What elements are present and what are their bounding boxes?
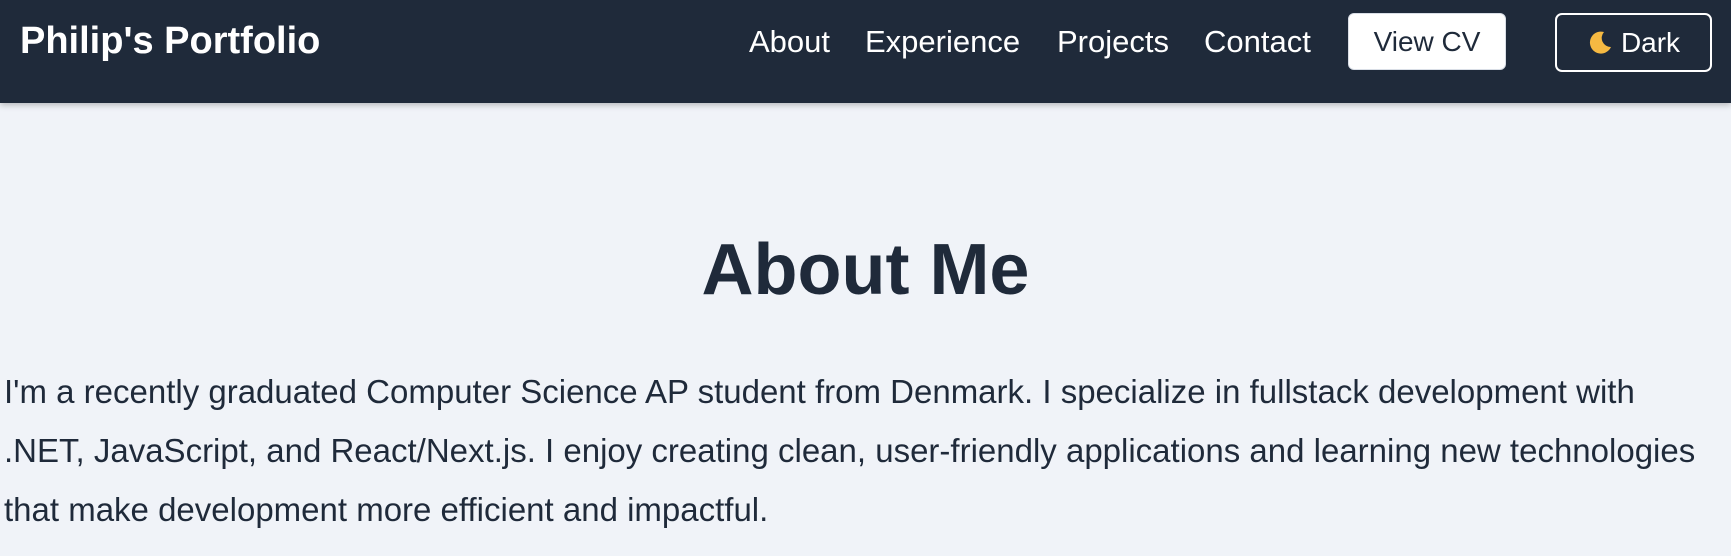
- nav-link-about[interactable]: About: [749, 22, 830, 62]
- view-cv-button[interactable]: View CV: [1348, 13, 1506, 70]
- site-brand[interactable]: Philip's Portfolio: [20, 19, 320, 63]
- about-title: About Me: [701, 230, 1030, 310]
- nav-link-projects[interactable]: Projects: [1057, 22, 1169, 62]
- top-navbar: Philip's Portfolio About Experience Proj…: [0, 0, 1731, 103]
- theme-toggle-label: Dark: [1620, 27, 1681, 58]
- nav-link-experience[interactable]: Experience: [865, 22, 1020, 62]
- moon-icon: [1587, 18, 1613, 54]
- nav-link-contact[interactable]: Contact: [1204, 22, 1311, 62]
- about-paragraph: I'm a recently graduated Computer Scienc…: [4, 373, 1696, 528]
- theme-toggle-button[interactable]: Dark: [1555, 13, 1712, 72]
